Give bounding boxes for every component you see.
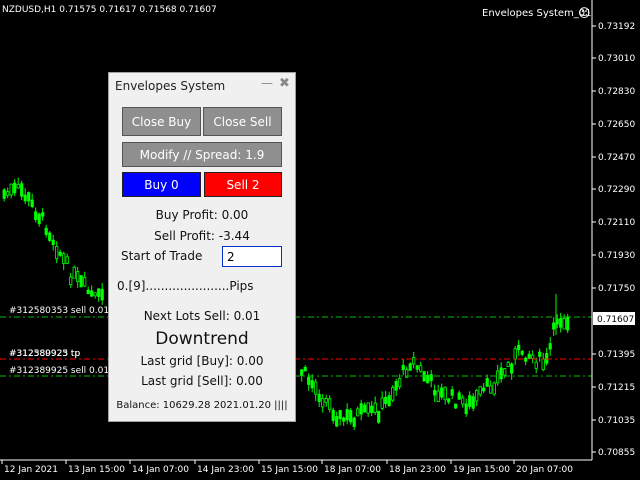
modify-spread-button[interactable]: Modify // Spread: 1.9	[122, 142, 282, 167]
date-tick-label: 12 Jan 2021	[4, 465, 58, 475]
close-icon[interactable]: ✖	[279, 76, 290, 91]
price-tick-label: 0.72290	[598, 185, 635, 195]
last-grid-sell-label: Last grid [Sell]: 0.00	[141, 374, 263, 388]
next-lots-label: Next Lots Sell: 0.01	[143, 309, 261, 323]
date-tick-label: 18 Jan 23:00	[389, 465, 446, 475]
envelopes-panel[interactable]: Envelopes System — ✖ Close Buy Close Sel…	[108, 72, 296, 422]
price-tick-label: 0.71930	[598, 251, 635, 261]
current-price-tag: 0.71607	[597, 315, 634, 325]
date-tick-label: 18 Jan 07:00	[324, 465, 381, 475]
pips-line: 0.[9]......................Pips	[117, 279, 254, 293]
price-tick-label: 0.70855	[598, 448, 635, 458]
close-buy-button[interactable]: Close Buy	[122, 107, 201, 136]
date-tick-label: 20 Jan 07:00	[516, 465, 573, 475]
sell-profit-label: Sell Profit: -3.44	[154, 229, 250, 243]
sell-button[interactable]: Sell 2	[204, 172, 282, 197]
price-tick-label: 0.72830	[598, 87, 635, 97]
start-of-trade-label: Start of Trade	[121, 249, 203, 263]
symbol-info: NZDUSD,H1 0.71575 0.71617 0.71568 0.7160…	[2, 5, 217, 15]
price-tick-label: 0.72650	[598, 120, 635, 130]
buy-profit-label: Buy Profit: 0.00	[155, 208, 249, 222]
order-label-sell-2: #312389925 sell 0.01	[9, 366, 109, 376]
date-tick-label: 15 Jan 15:00	[261, 465, 318, 475]
panel-title: Envelopes System	[115, 79, 226, 93]
minimize-icon[interactable]: —	[261, 76, 273, 90]
price-tick-label: 0.72470	[598, 153, 635, 163]
date-tick-label: 13 Jan 15:00	[68, 465, 125, 475]
date-tick-label: 14 Jan 07:00	[132, 465, 189, 475]
price-tick-label: 0.71750	[598, 284, 635, 294]
price-chart[interactable]: NZDUSD,H1 0.71575 0.71617 0.71568 0.7160…	[0, 0, 640, 480]
date-tick-label: 14 Jan 23:00	[197, 465, 254, 475]
price-axis[interactable]: 0.73192 0.73010 0.72830 0.72650 0.72470 0.722…	[592, 22, 635, 458]
buy-button[interactable]: Buy 0	[122, 172, 201, 197]
price-tick-label: 0.71035	[598, 416, 635, 426]
price-tick-label: 0.71395	[598, 350, 635, 360]
last-grid-buy-label: Last grid [Buy]: 0.00	[140, 354, 264, 368]
date-tick-label: 19 Jan 15:00	[453, 465, 510, 475]
trend-label: Downtrend	[155, 329, 249, 349]
close-sell-button[interactable]: Close Sell	[203, 107, 282, 136]
smiley-icon: ☺	[578, 6, 591, 20]
panel-titlebar[interactable]: Envelopes System — ✖	[109, 73, 295, 99]
ea-name-label: Envelopes System_01	[482, 8, 592, 19]
price-tick-label: 0.73010	[598, 54, 635, 64]
chart-window[interactable]: NZDUSD,H1 0.71575 0.71617 0.71568 0.7160…	[0, 0, 640, 480]
price-tick-label: 0.71215	[598, 383, 635, 393]
price-tick-label: 0.72110	[598, 218, 635, 228]
balance-label: Balance: 10629.28 2021.01.20 ||||	[116, 400, 288, 411]
order-label-sell-1: #312580353 sell 0.01	[9, 306, 109, 316]
price-tick-label: 0.73192	[598, 22, 635, 32]
date-axis[interactable]: 12 Jan 2021 13 Jan 15:00 14 Jan 07:00 14 Ja…	[1, 460, 573, 475]
order-label-tp: #312580923 tp	[9, 349, 80, 359]
start-of-trade-input[interactable]	[222, 246, 282, 267]
